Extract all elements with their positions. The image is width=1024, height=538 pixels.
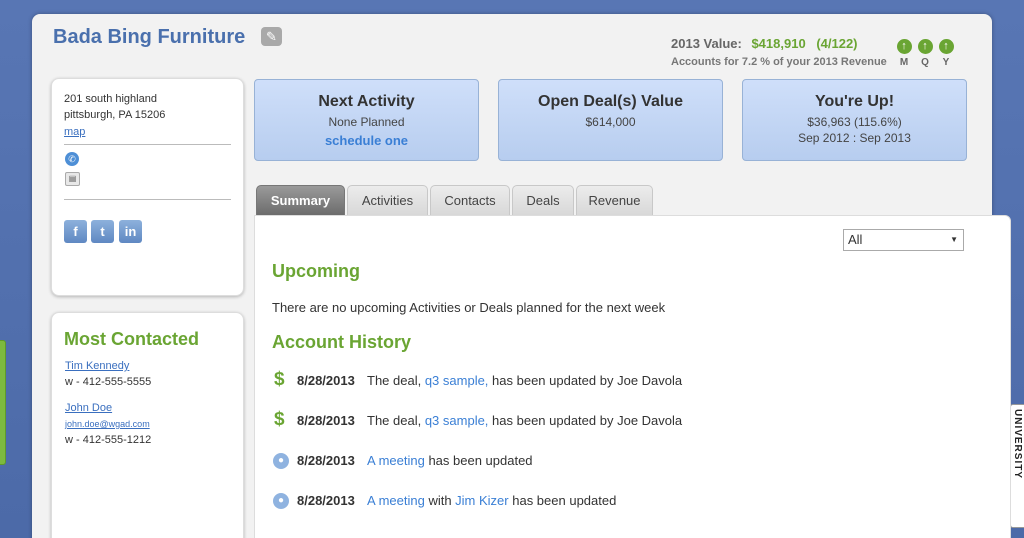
history-text-pre: The deal,	[367, 413, 425, 428]
up-arrow-icon: ↑	[917, 39, 933, 54]
history-text: The deal, q3 sample, has been updated by…	[367, 373, 682, 388]
person-icon: ●	[273, 493, 289, 509]
period-label: M	[899, 57, 909, 68]
history-text-post: has been updated	[508, 493, 617, 508]
year-value-line: 2013 Value: $418,910 (4/122)	[671, 36, 858, 51]
upcoming-title: Upcoming	[272, 261, 360, 281]
next-activity-box: Next Activity None Planned schedule one	[254, 79, 479, 161]
left-feedback-tab[interactable]	[0, 340, 6, 465]
university-side-tab[interactable]: UNIVERSITY	[1010, 404, 1024, 528]
upcoming-text: There are no upcoming Activities or Deal…	[272, 300, 666, 315]
stat-value: $36,963 (115.6%)	[807, 115, 902, 129]
tab-deals[interactable]: Deals	[512, 185, 574, 215]
deal-link[interactable]: q3 sample,	[425, 373, 489, 388]
most-contacted-panel: Most Contacted Tim Kennedy w - 412-555-5…	[51, 312, 244, 538]
tab-summary[interactable]: Summary	[256, 185, 345, 215]
twitter-icon[interactable]: t	[91, 220, 114, 243]
stat-title: Open Deal(s) Value	[538, 93, 683, 110]
stat-period: Sep 2012 : Sep 2013	[798, 131, 911, 145]
up-arrow-icon: ↑	[938, 39, 954, 54]
open-deals-value-box: Open Deal(s) Value $614,000	[498, 79, 723, 161]
company-title: Bada Bing Furniture	[53, 26, 246, 48]
facebook-icon[interactable]: f	[64, 220, 87, 243]
stat-title: Next Activity	[318, 93, 415, 110]
most-contacted-title: Most Contacted	[64, 329, 199, 349]
contact-name-link[interactable]: John Doe	[65, 402, 112, 414]
edit-pencil-button[interactable]: ✎	[261, 27, 282, 46]
history-text: The deal, q3 sample, has been updated by…	[367, 413, 682, 428]
period-q[interactable]: ↑ Q	[917, 39, 933, 68]
address-line-1: 201 south highland	[64, 93, 157, 105]
tab-contacts[interactable]: Contacts	[430, 185, 510, 215]
meeting-link[interactable]: A meeting	[367, 493, 425, 508]
chevron-down-icon: ▼	[950, 235, 958, 244]
deal-link[interactable]: q3 sample,	[425, 413, 489, 428]
contact-phone: w - 412-555-1212	[65, 434, 152, 446]
history-date: 8/28/2013	[297, 413, 355, 428]
summary-content: All ▼ Upcoming There are no upcoming Act…	[254, 215, 1011, 538]
stat-title: You're Up!	[814, 93, 895, 110]
dollar-icon: $	[274, 409, 285, 430]
value-count: (4/122)	[816, 36, 858, 51]
divider	[64, 199, 231, 200]
period-m[interactable]: ↑ M	[896, 39, 912, 68]
value-label: 2013 Value:	[671, 36, 742, 51]
filter-selected-value: All	[848, 232, 863, 247]
period-label: Q	[921, 57, 929, 68]
contact-link[interactable]: Jim Kizer	[455, 493, 508, 508]
phone-icon[interactable]: ✆	[65, 152, 79, 166]
up-arrow-icon: ↑	[896, 39, 912, 54]
period-label: Y	[942, 57, 950, 68]
value-subtitle: Accounts for 7.2 % of your 2013 Revenue	[671, 56, 887, 68]
history-text: A meeting with Jim Kizer has been update…	[367, 493, 616, 508]
history-text: A meeting has been updated	[367, 453, 533, 468]
stat-value: None Planned	[328, 115, 405, 129]
history-text-post: has been updated	[424, 453, 533, 468]
history-date: 8/28/2013	[297, 373, 355, 388]
account-history-title: Account History	[272, 332, 412, 352]
address-line-2: pittsburgh, PA 15206	[64, 109, 166, 121]
dollar-icon: $	[274, 369, 285, 390]
value-amount: $418,910	[751, 36, 806, 51]
tab-revenue[interactable]: Revenue	[576, 185, 653, 215]
contact-email-link[interactable]: john.doe@wgad.com	[65, 419, 150, 429]
divider	[64, 144, 231, 145]
stat-value: $614,000	[585, 115, 636, 129]
meeting-link[interactable]: A meeting	[367, 453, 425, 468]
account-card: Bada Bing Furniture ✎ 2013 Value: $418,9…	[32, 14, 1011, 538]
linkedin-icon[interactable]: in	[119, 220, 142, 243]
period-y[interactable]: ↑ Y	[938, 39, 954, 68]
contact-phone: w - 412-555-5555	[65, 376, 152, 388]
schedule-one-link[interactable]: schedule one	[255, 133, 478, 148]
history-text-post: has been updated by Joe Davola	[488, 373, 683, 388]
filter-select[interactable]: All ▼	[843, 229, 964, 251]
address-panel: 201 south highland pittsburgh, PA 15206 …	[51, 78, 244, 296]
person-icon: ●	[273, 453, 289, 469]
history-text-pre: The deal,	[367, 373, 425, 388]
pencil-icon: ✎	[266, 29, 277, 44]
history-text-mid: with	[424, 493, 456, 508]
fax-icon[interactable]: ▤	[65, 172, 80, 186]
youre-up-box: You're Up! $36,963 (115.6%) Sep 2012 : S…	[742, 79, 967, 161]
contact-name-link[interactable]: Tim Kennedy	[65, 360, 129, 372]
history-text-post: has been updated by Joe Davola	[488, 413, 683, 428]
university-tab-label: UNIVERSITY	[1012, 409, 1023, 480]
history-date: 8/28/2013	[297, 493, 355, 508]
map-link[interactable]: map	[64, 126, 85, 138]
history-date: 8/28/2013	[297, 453, 355, 468]
tab-activities[interactable]: Activities	[347, 185, 428, 215]
